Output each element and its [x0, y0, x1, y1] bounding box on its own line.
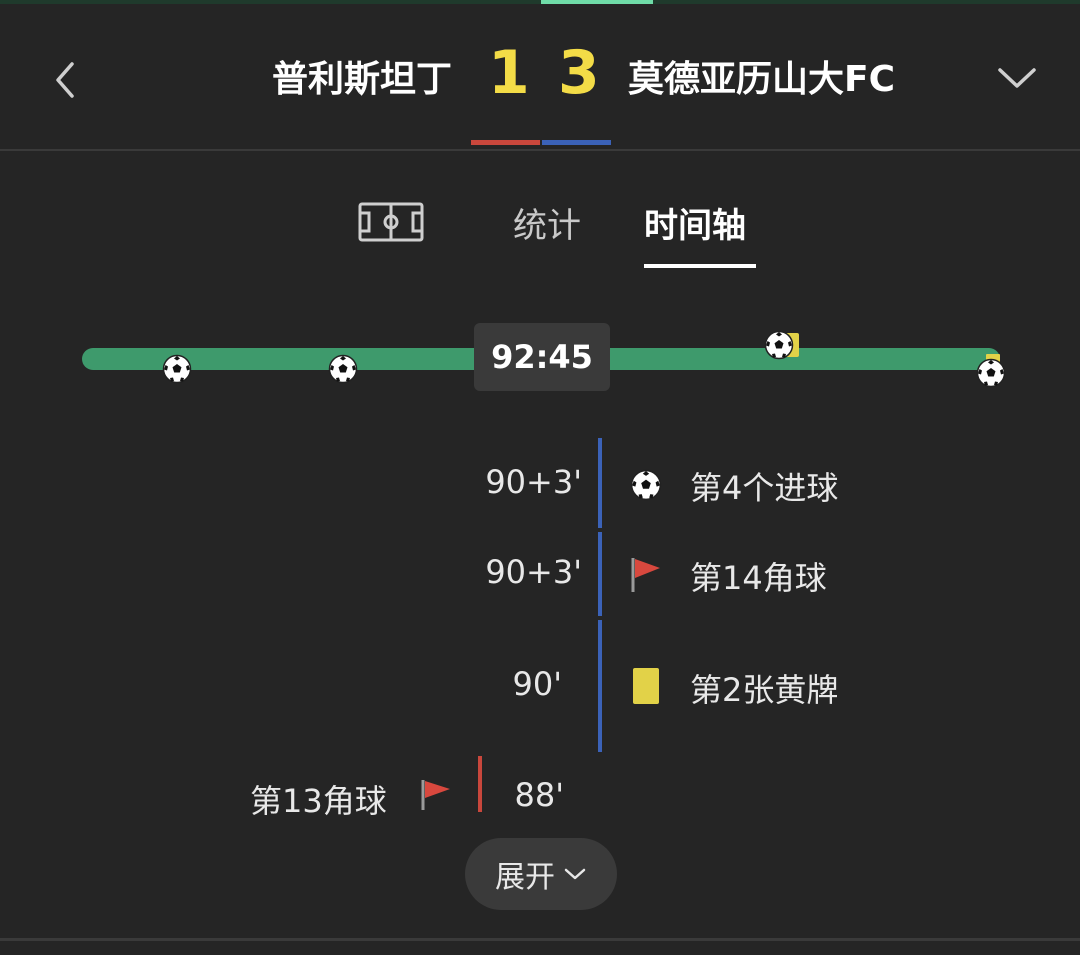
- timeline-marker-group[interactable]: [764, 330, 804, 362]
- tab-stats[interactable]: 统计: [513, 198, 581, 247]
- corner-flag-icon: [631, 558, 660, 592]
- event-time: 90+3': [485, 553, 582, 591]
- away-event-line: [598, 620, 602, 752]
- back-button[interactable]: [48, 58, 84, 102]
- event-label[interactable]: 第2张黄牌: [690, 665, 838, 711]
- current-time-badge: 92:45: [474, 323, 610, 391]
- timeline-goal-marker[interactable]: [976, 354, 1008, 390]
- chevron-down-icon: [998, 68, 1036, 88]
- soccer-ball-icon: [976, 358, 1006, 388]
- yellow-card-icon: [633, 668, 659, 704]
- more-button[interactable]: [996, 62, 1038, 96]
- away-event-line: [598, 438, 602, 528]
- timeline-goal-marker[interactable]: [162, 354, 192, 384]
- event-label[interactable]: 第14角球: [690, 553, 827, 599]
- event-time: 88': [514, 776, 564, 814]
- chevron-left-icon: [56, 62, 74, 98]
- event-label[interactable]: 第4个进球: [690, 463, 838, 509]
- expand-button[interactable]: 展开: [465, 838, 617, 910]
- away-team-color-bar: [542, 140, 611, 145]
- home-team-color-bar: [471, 140, 540, 145]
- bottom-divider: [0, 938, 1080, 941]
- expand-label: 展开: [495, 860, 555, 895]
- event-time: 90+3': [485, 463, 582, 501]
- home-score: 1: [488, 38, 530, 108]
- tab-timeline[interactable]: 时间轴: [644, 198, 746, 247]
- event-label[interactable]: 第13角球: [250, 776, 387, 822]
- away-team-name[interactable]: 莫德亚历山大FC: [628, 50, 895, 102]
- header-divider: [0, 149, 1080, 151]
- home-team-name[interactable]: 普利斯坦丁: [272, 50, 452, 102]
- away-score: 3: [558, 38, 600, 108]
- tab-active-underline: [644, 264, 756, 268]
- away-event-line: [598, 532, 602, 616]
- event-time: 90': [512, 665, 562, 703]
- soccer-ball-icon: [764, 330, 794, 360]
- pitch-icon: [358, 202, 424, 242]
- tab-pitch[interactable]: [358, 202, 424, 242]
- match-header: 普利斯坦丁 1 3 莫德亚历山大FC: [0, 4, 1080, 149]
- chevron-down-icon: [564, 868, 586, 880]
- soccer-ball-icon: [630, 469, 662, 501]
- timeline-goal-marker[interactable]: [328, 354, 358, 384]
